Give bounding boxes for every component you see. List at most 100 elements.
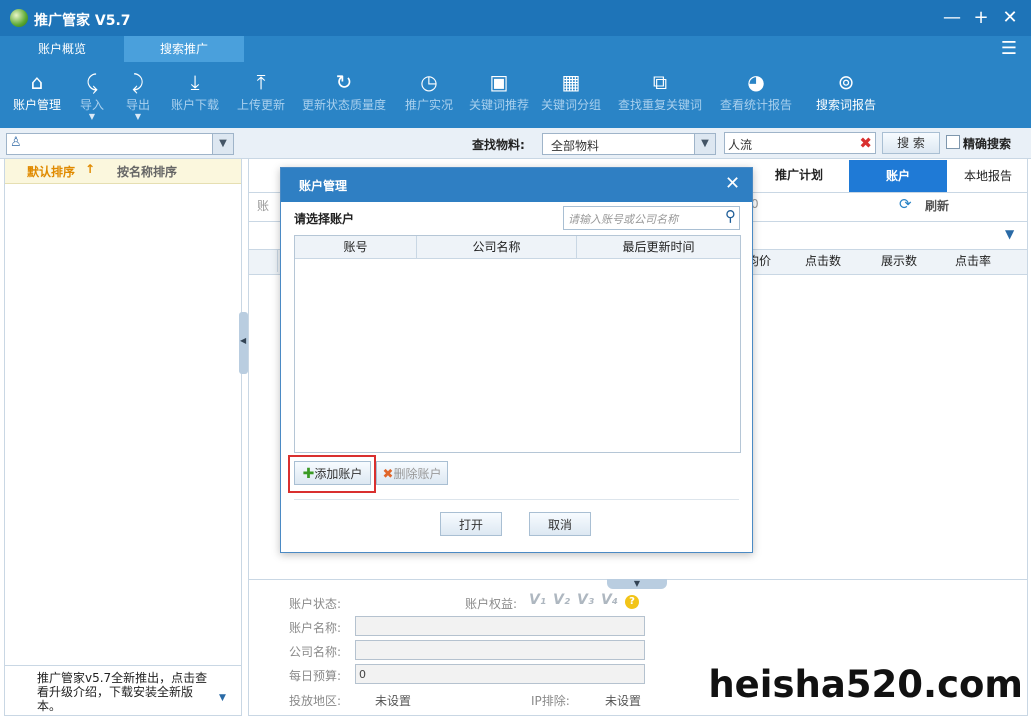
chevron-down-icon: ▼ — [134, 112, 142, 121]
account-tree-panel: 默认排序 ↑ 按名称排序 推广管家v5.7全新推出，点击查看升级介绍，下载安装全… — [4, 158, 242, 716]
expand-detail-icon[interactable]: ▼ — [607, 579, 667, 589]
live-promotion-button[interactable]: ◷ 推广实况 — [400, 68, 458, 126]
dialog-title: 账户管理 — [299, 179, 348, 193]
chevron-down-icon[interactable]: ▼ — [212, 134, 233, 154]
close-icon[interactable]: ✕ — [725, 173, 740, 194]
upload-icon: ⤒ — [256, 70, 266, 94]
refresh-icon[interactable]: ⟳ — [899, 195, 912, 213]
region-label: 投放地区: — [289, 694, 342, 708]
toolbar: ⌂ 账户管理 ⤹ 导入 ▼ ⤸ 导出 ▼ ⤓ 账户下载 ⤒ 上传更新 ↻ 更新状… — [0, 62, 1031, 128]
app-logo-icon — [10, 9, 28, 27]
select-account-label: 请选择账户 — [294, 212, 355, 226]
partial-label: 账 — [257, 199, 270, 213]
account-name-label: 账户名称: — [289, 621, 342, 635]
table-header-cell — [249, 250, 278, 272]
keyword-recommend-icon: ▣ — [489, 70, 509, 94]
view-stats-report-button[interactable]: ◕ 查看统计报告 — [716, 68, 796, 126]
filter-bar: ♙ ▼ 查找物料: 全部物料 ▼ 人流 ✖ 搜 索 精确搜索 — [0, 128, 1031, 159]
tab-search-promotion[interactable]: 搜索推广 — [124, 36, 244, 62]
account-table-header: 账号 公司名称 最后更新时间 — [295, 236, 740, 259]
refresh-icon: ↻ — [335, 70, 353, 94]
column-menu-icon[interactable]: ▼ — [1005, 227, 1014, 241]
ip-exclusion-label: IP排除: — [531, 694, 570, 708]
splitter-handle[interactable]: ◀ — [239, 312, 248, 374]
divider — [5, 665, 241, 666]
update-quality-button[interactable]: ↻ 更新状态质量度 — [300, 68, 388, 126]
default-sort-button[interactable]: 默认排序 — [27, 163, 75, 180]
col-last-update-time[interactable]: 最后更新时间 — [577, 236, 740, 258]
chevron-down-icon[interactable]: ▼ — [219, 693, 226, 703]
title-bar: 推广管家 V5.7 — + ✕ — [0, 0, 1031, 36]
tab-campaign-plan[interactable]: 推广计划 — [749, 160, 849, 190]
account-rights-label: 账户权益: — [465, 597, 518, 611]
menu-icon[interactable]: ☰ — [999, 39, 1019, 59]
add-account-button[interactable]: ✚添加账户 — [294, 461, 371, 485]
home-icon: ⌂ — [30, 70, 44, 94]
close-icon[interactable]: ✕ — [998, 6, 1022, 30]
arrow-up-icon: ↑ — [85, 162, 96, 176]
cancel-button[interactable]: 取消 — [529, 512, 591, 536]
help-icon[interactable]: ? — [625, 595, 639, 609]
account-select[interactable]: ♙ ▼ — [6, 133, 234, 155]
company-name-field[interactable] — [355, 640, 645, 660]
upload-update-button[interactable]: ⤒ 上传更新 — [232, 68, 290, 126]
tab-local-report[interactable]: 本地报告 — [949, 160, 1027, 192]
collapse-left-icon: ◀ — [240, 336, 247, 345]
grid-icon: ▦ — [561, 70, 581, 94]
chevron-down-icon: ▼ — [88, 112, 96, 121]
export-icon: ⤸ — [132, 70, 144, 94]
col-clicks[interactable]: 点击数 — [799, 250, 880, 272]
pie-chart-icon: ◕ — [747, 70, 765, 94]
delete-account-button[interactable]: ✖删除账户 — [376, 461, 448, 485]
watermark: heisha520.com — [708, 663, 1023, 706]
company-name-label: 公司名称: — [289, 645, 342, 659]
col-impressions[interactable]: 展示数 — [875, 250, 954, 272]
search-term-report-button[interactable]: ⊚ 搜索词报告 — [810, 68, 882, 126]
tab-account-overview[interactable]: 账户概览 — [0, 36, 124, 62]
account-management-button[interactable]: ⌂ 账户管理 — [8, 68, 66, 126]
account-download-button[interactable]: ⤓ 账户下载 — [166, 68, 224, 126]
account-table: 账号 公司名称 最后更新时间 — [294, 235, 741, 453]
search-icon[interactable]: ⚲ — [725, 207, 736, 225]
daily-budget-field[interactable]: 0 — [355, 664, 645, 684]
col-ctr[interactable]: 点击率 — [949, 250, 1027, 272]
upgrade-notice[interactable]: 推广管家v5.7全新推出，点击查看升级介绍，下载安装全新版本。 — [37, 671, 215, 713]
keyword-search-input[interactable]: 人流 ✖ — [724, 132, 876, 154]
sort-bar: 默认排序 ↑ 按名称排序 — [5, 159, 241, 184]
rights-level-v4: V₄ — [601, 592, 618, 608]
find-duplicate-keyword-button[interactable]: ⧉ 查找重复关键词 — [614, 68, 706, 126]
clear-icon[interactable]: ✖ — [859, 134, 872, 152]
minimize-icon[interactable]: — — [940, 6, 964, 30]
tab-account[interactable]: 账户 — [849, 160, 947, 192]
keyword-recommend-button[interactable]: ▣ 关键词推荐 — [464, 68, 534, 126]
maximize-icon[interactable]: + — [969, 6, 993, 30]
account-name-field[interactable] — [355, 616, 645, 636]
dialog-header: 账户管理 ✕ — [281, 168, 752, 202]
delete-icon: ✖ — [382, 467, 394, 482]
rights-level-v1: V₁ — [529, 592, 546, 608]
exact-search-checkbox[interactable] — [946, 135, 960, 149]
name-sort-button[interactable]: 按名称排序 — [117, 163, 177, 180]
rights-level-v2: V₂ — [553, 592, 570, 608]
import-icon: ⤹ — [86, 70, 98, 94]
find-duplicate-icon: ⧉ — [652, 70, 668, 94]
search-button[interactable]: 搜 索 — [882, 132, 940, 154]
download-icon: ⤓ — [190, 70, 200, 94]
col-account[interactable]: 账号 — [295, 236, 417, 258]
open-button[interactable]: 打开 — [440, 512, 502, 536]
keyword-group-button[interactable]: ▦ 关键词分组 — [538, 68, 604, 126]
account-management-dialog: 账户管理 ✕ 请选择账户 请输入账号或公司名称 ⚲ 账号 公司名称 最后更新时间… — [280, 167, 753, 553]
plus-icon: ✚ — [302, 466, 315, 482]
daily-budget-label: 每日预算: — [289, 669, 342, 683]
account-status-label: 账户状态: — [289, 597, 342, 611]
export-button[interactable]: ⤸ 导出 ▼ — [118, 68, 158, 126]
material-select[interactable]: 全部物料 ▼ — [542, 133, 716, 155]
app-title: 推广管家 V5.7 — [34, 13, 131, 29]
rights-level-v3: V₃ — [577, 592, 594, 608]
account-search-input[interactable]: 请输入账号或公司名称 ⚲ — [563, 206, 740, 230]
refresh-button[interactable]: 刷新 — [925, 197, 949, 214]
chevron-down-icon[interactable]: ▼ — [694, 134, 715, 154]
import-button[interactable]: ⤹ 导入 ▼ — [72, 68, 112, 126]
col-company-name[interactable]: 公司名称 — [417, 236, 577, 258]
col-avg-price[interactable]: 均价 — [745, 250, 800, 272]
